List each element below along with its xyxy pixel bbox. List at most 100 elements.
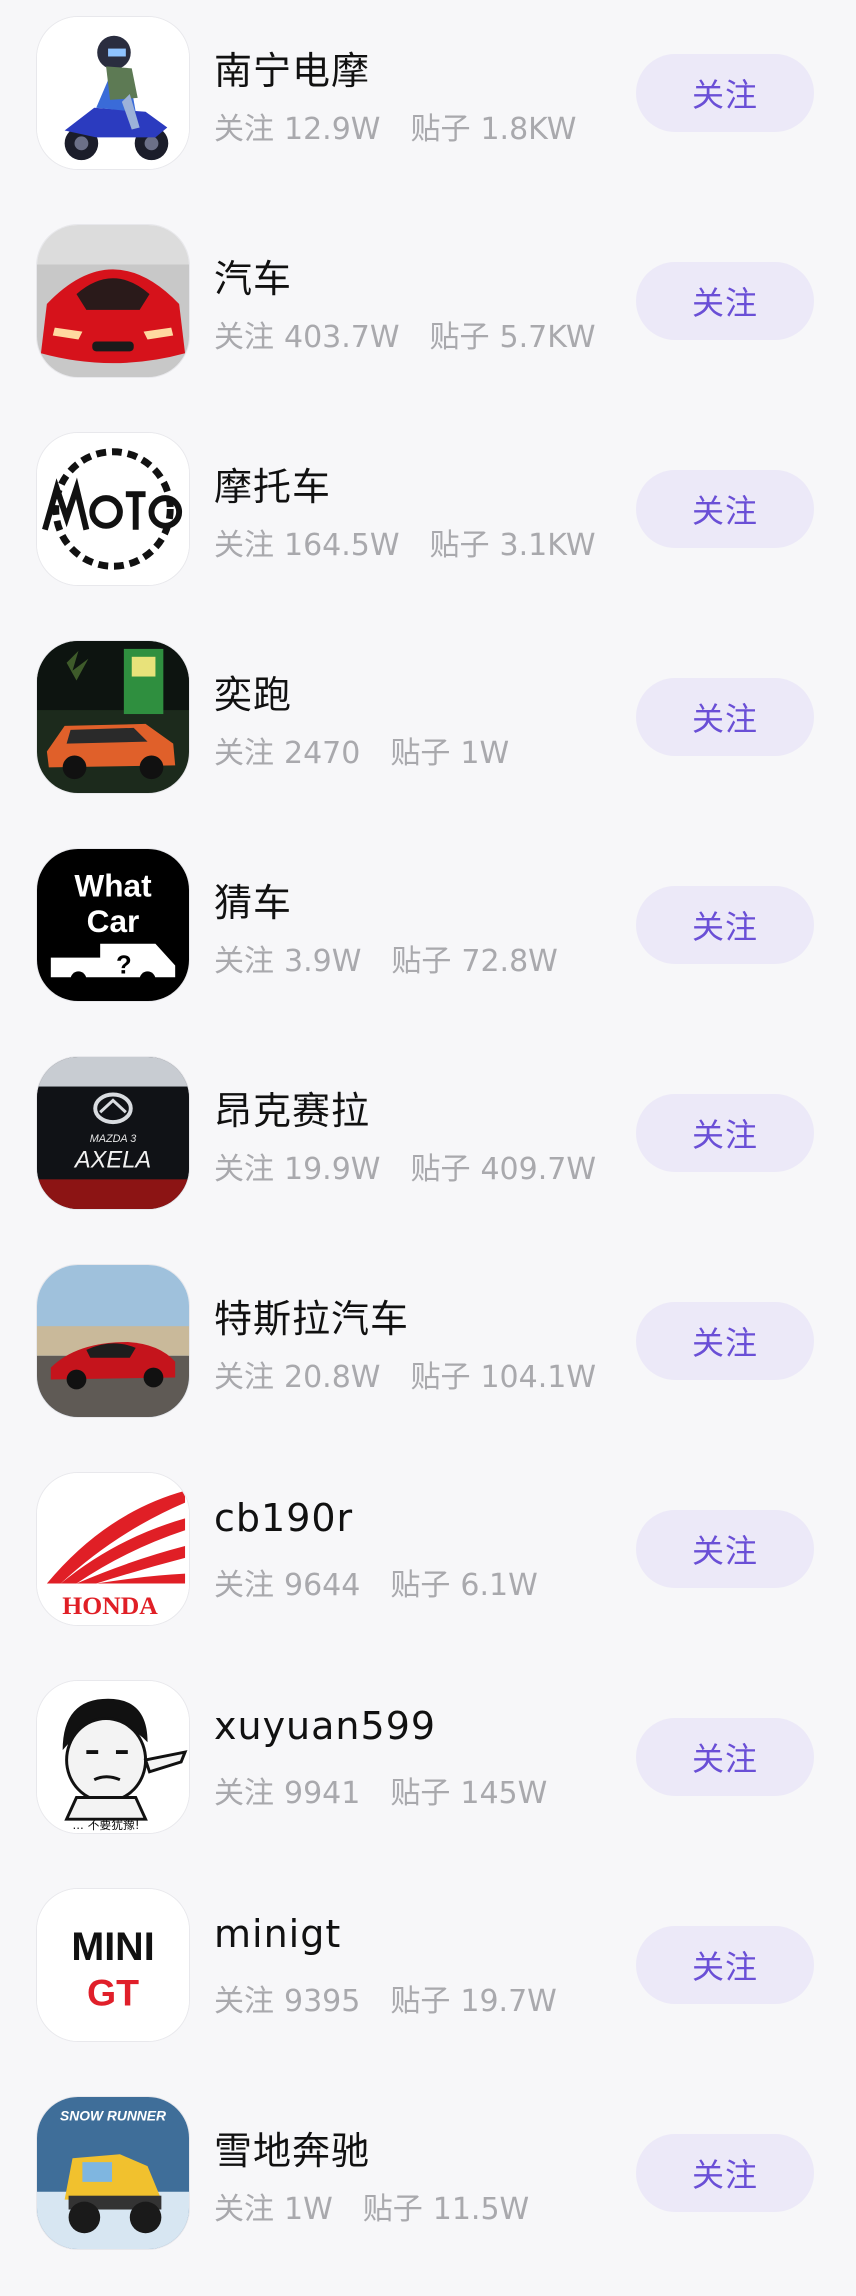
posts-count: 72.8W [461,944,558,979]
posts-label: 贴子 [410,112,471,147]
forum-name: 南宁电摩 [214,49,371,93]
follow-button[interactable]: 关注 [636,2134,814,2212]
icon-text: ... 不要犹豫! [73,1818,140,1832]
list-item[interactable]: ... 不要犹豫! xuyuan599 关注 9941 贴子 145W 关注 [0,1664,856,1872]
posts-label: 贴子 [390,1776,451,1811]
posts-label: 贴子 [429,528,490,563]
followers-count: 164.5W [284,528,400,563]
forum-name: 昂克赛拉 [214,1089,371,1133]
list-item[interactable]: HONDA cb190r 关注 9644 贴子 6.1W 关注 [0,1456,856,1664]
forum-name: 奕跑 [214,673,293,717]
forum-name: 猜车 [214,881,293,925]
forum-stats: 关注 9941 贴子 145W [214,1768,547,1812]
icon-text: MAZDA 3 [90,1133,137,1145]
followers-label: 关注 [214,112,274,147]
forum-stats: 关注 12.9W 贴子 1.8KW [214,104,576,148]
forum-stats: 关注 2470 贴子 1W [214,728,509,772]
follow-button[interactable]: 关注 [636,1302,814,1380]
forum-name: 雪地奔驰 [214,2129,371,2173]
followers-label: 关注 [214,528,274,563]
forum-name: cb190r [214,1496,354,1540]
followers-label: 关注 [214,1776,274,1811]
posts-count: 1.8KW [480,112,577,147]
forum-stats: 关注 9644 贴子 6.1W [214,1560,538,1604]
followers-label: 关注 [214,736,274,771]
moto-logo-icon[interactable] [36,432,190,586]
forum-name: xuyuan599 [214,1704,437,1748]
follow-button[interactable]: 关注 [636,1718,814,1796]
forum-name: 特斯拉汽车 [214,1297,410,1341]
what-car-logo-icon[interactable]: What Car ? [36,848,190,1002]
motorcycle-rider-icon[interactable] [36,16,190,170]
follow-button[interactable]: 关注 [636,1926,814,2004]
follow-button[interactable]: 关注 [636,470,814,548]
posts-label: 贴子 [390,1568,451,1603]
followers-count: 12.9W [284,112,381,147]
followers-count: 3.9W [284,944,362,979]
snowrunner-truck-icon[interactable]: SNOW RUNNER [36,2096,190,2250]
list-item[interactable]: 特斯拉汽车 关注 20.8W 贴子 104.1W 关注 [0,1248,856,1456]
forum-stats: 关注 3.9W 贴子 72.8W [214,936,558,980]
posts-label: 贴子 [390,1984,451,2019]
icon-text: GT [87,1971,139,2013]
icon-text: AXELA [73,1148,151,1174]
forum-stats: 关注 1W 贴子 11.5W [214,2184,529,2228]
followers-label: 关注 [214,1360,274,1395]
follow-button[interactable]: 关注 [636,886,814,964]
followers-label: 关注 [214,320,274,355]
posts-count: 409.7W [480,1152,597,1187]
followers-count: 2470 [284,736,361,771]
forum-stats: 关注 9395 贴子 19.7W [214,1976,557,2020]
icon-text: RUNNER [107,2108,166,2124]
honda-wing-icon[interactable]: HONDA [36,1472,190,1626]
posts-label: 贴子 [410,1360,471,1395]
follow-button[interactable]: 关注 [636,1094,814,1172]
followers-count: 1W [284,2192,333,2227]
posts-count: 11.5W [432,2192,530,2227]
followers-count: 19.9W [284,1152,381,1187]
forum-stats: 关注 20.8W 贴子 104.1W [214,1352,596,1396]
posts-count: 19.7W [460,1984,557,2019]
list-item[interactable]: 汽车 关注 403.7W 贴子 5.7KW 关注 [0,208,856,416]
forum-name: 摩托车 [214,465,332,509]
forum-stats: 关注 403.7W 贴子 5.7KW [214,312,596,356]
followers-count: 403.7W [284,320,400,355]
posts-label: 贴子 [429,320,490,355]
followers-count: 9941 [284,1776,361,1811]
follow-button[interactable]: 关注 [636,678,814,756]
tesla-roadster-icon[interactable] [36,1264,190,1418]
followers-label: 关注 [214,1152,274,1187]
list-item[interactable]: MAZDA 3 AXELA 昂克赛拉 关注 19.9W 贴子 409.7W 关注 [0,1040,856,1248]
mazda-axela-icon[interactable]: MAZDA 3 AXELA [36,1056,190,1210]
forum-name: minigt [214,1912,342,1956]
mini-gt-logo-icon[interactable]: MINI GT [36,1888,190,2042]
icon-text: HONDA [62,1591,158,1620]
followers-label: 关注 [214,2192,274,2227]
posts-label: 贴子 [391,944,452,979]
list-item[interactable]: SNOW RUNNER 雪地奔驰 关注 1W 贴子 11.5W 关注 [0,2080,856,2288]
list-item[interactable]: 南宁电摩 关注 12.9W 贴子 1.8KW 关注 [0,0,856,208]
list-item[interactable]: 奕跑 关注 2470 贴子 1W 关注 [0,624,856,832]
follow-button[interactable]: 关注 [636,1510,814,1588]
list-item[interactable]: 摩托车 关注 164.5W 贴子 3.1KW 关注 [0,416,856,624]
forum-stats: 关注 164.5W 贴子 3.1KW [214,520,596,564]
follow-button[interactable]: 关注 [636,54,814,132]
meme-face-icon[interactable]: ... 不要犹豫! [36,1680,190,1834]
red-sports-car-icon[interactable] [36,224,190,378]
forum-stats: 关注 19.9W 贴子 409.7W [214,1144,596,1188]
posts-count: 6.1W [460,1568,538,1603]
icon-text: SNOW [60,2108,104,2124]
posts-count: 104.1W [480,1360,597,1395]
follow-button[interactable]: 关注 [636,262,814,340]
posts-count: 1W [460,736,510,771]
list-item[interactable]: What Car ? 猜车 关注 3.9W 贴子 72.8W 关注 [0,832,856,1040]
list-item[interactable]: MINI GT minigt 关注 9395 贴子 19.7W 关注 [0,1872,856,2080]
posts-count: 145W [460,1776,548,1811]
posts-label: 贴子 [390,736,451,771]
orange-suv-icon[interactable] [36,640,190,794]
followers-count: 20.8W [284,1360,381,1395]
posts-count: 3.1KW [499,528,596,563]
svg-text:?: ? [116,951,132,979]
forum-name: 汽车 [214,257,293,301]
followers-label: 关注 [214,944,274,979]
